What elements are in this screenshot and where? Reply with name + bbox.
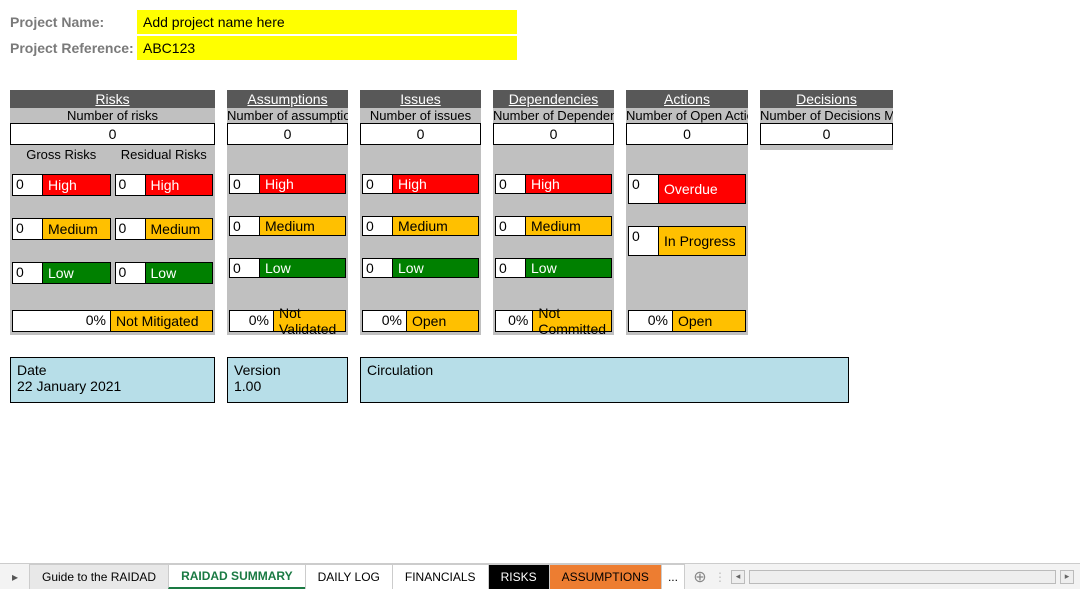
resid-med-num[interactable]: 0 — [116, 219, 146, 239]
deps-pct[interactable]: 0% — [496, 311, 533, 331]
deps-high-label: High — [526, 175, 611, 193]
deps-title[interactable]: Dependencies — [493, 90, 614, 108]
project-name-label: Project Name: — [10, 10, 137, 34]
project-ref-label: Project Reference: — [10, 36, 137, 60]
issues-med-label: Medium — [393, 217, 478, 235]
risks-pct[interactable]: 0% — [13, 311, 111, 331]
meta-date-box[interactable]: Date 22 January 2021 — [10, 357, 215, 403]
issues-count[interactable]: 0 — [360, 123, 481, 145]
add-sheet-icon[interactable]: ⊕ — [685, 564, 715, 589]
deps-status: Not Committed — [533, 311, 611, 331]
gross-high-label: High — [43, 175, 110, 195]
decisions-count[interactable]: 0 — [760, 123, 893, 145]
meta-date-label: Date — [17, 362, 208, 378]
meta-circulation-box[interactable]: Circulation — [360, 357, 849, 403]
meta-circulation-label: Circulation — [367, 362, 842, 378]
column-decisions: Decisions Number of Decisions Made 0 — [760, 90, 893, 150]
issues-low-num[interactable]: 0 — [363, 259, 393, 277]
tab-financials[interactable]: FINANCIALS — [392, 564, 489, 589]
actions-subtitle: Number of Open Actions — [626, 108, 748, 123]
gross-risks-label: Gross Risks — [10, 145, 113, 164]
column-assumptions: Assumptions Number of assumptions 0 x 0H… — [227, 90, 348, 335]
actions-pct[interactable]: 0% — [629, 311, 673, 331]
issues-subtitle: Number of issues — [360, 108, 481, 123]
resid-med-label: Medium — [146, 219, 213, 239]
tab-summary[interactable]: RAIDAD SUMMARY — [168, 564, 306, 589]
issues-pct[interactable]: 0% — [363, 311, 407, 331]
actions-status: Open — [673, 311, 745, 331]
deps-low-num[interactable]: 0 — [496, 259, 526, 277]
actions-overdue-num[interactable]: 0 — [629, 175, 659, 203]
column-issues: Issues Number of issues 0 x 0High 0Mediu… — [360, 90, 481, 335]
assump-title[interactable]: Assumptions — [227, 90, 348, 108]
issues-status: Open — [407, 311, 478, 331]
decisions-title[interactable]: Decisions — [760, 90, 893, 108]
actions-title[interactable]: Actions — [626, 90, 748, 108]
project-ref-value[interactable]: ABC123 — [137, 36, 517, 60]
residual-risks-label: Residual Risks — [113, 145, 216, 164]
risks-status: Not Mitigated — [111, 311, 212, 331]
deps-subtitle: Number of Dependencies — [493, 108, 614, 123]
gross-low-label: Low — [43, 263, 110, 283]
assump-high-num[interactable]: 0 — [230, 175, 260, 193]
risks-subtitle: Number of risks — [10, 108, 215, 123]
meta-date-value: 22 January 2021 — [17, 378, 208, 394]
hscroll-left-icon[interactable]: ◂ — [731, 570, 745, 584]
deps-low-label: Low — [526, 259, 611, 277]
assump-med-num[interactable]: 0 — [230, 217, 260, 235]
sheet-tab-strip: ▸ Guide to the RAIDAD RAIDAD SUMMARY DAI… — [0, 563, 1080, 589]
tab-assumptions[interactable]: ASSUMPTIONS — [549, 564, 662, 589]
resid-low-label: Low — [146, 263, 213, 283]
decisions-subtitle: Number of Decisions Made — [760, 108, 893, 123]
actions-overdue-label: Overdue — [659, 175, 745, 203]
actions-progress-label: In Progress — [659, 227, 745, 255]
tab-guide[interactable]: Guide to the RAIDAD — [29, 564, 169, 589]
assump-high-label: High — [260, 175, 345, 193]
assump-low-label: Low — [260, 259, 345, 277]
tab-separator-icon: ⋮ — [715, 564, 725, 589]
gross-med-label: Medium — [43, 219, 110, 239]
issues-med-num[interactable]: 0 — [363, 217, 393, 235]
issues-high-label: High — [393, 175, 478, 193]
risks-title[interactable]: Risks — [10, 90, 215, 108]
actions-progress-num[interactable]: 0 — [629, 227, 659, 255]
assump-med-label: Medium — [260, 217, 345, 235]
issues-title[interactable]: Issues — [360, 90, 481, 108]
gross-low-num[interactable]: 0 — [13, 263, 43, 283]
column-actions: Actions Number of Open Actions 0 x 0Over… — [626, 90, 748, 335]
assump-low-num[interactable]: 0 — [230, 259, 260, 277]
assump-pct[interactable]: 0% — [230, 311, 274, 331]
column-risks: Risks Number of risks 0 Gross Risks Resi… — [10, 90, 215, 335]
meta-version-box[interactable]: Version 1.00 — [227, 357, 348, 403]
actions-count[interactable]: 0 — [626, 123, 748, 145]
hscroll-right-icon[interactable]: ▸ — [1060, 570, 1074, 584]
issues-low-label: Low — [393, 259, 478, 277]
tab-more[interactable]: ... — [661, 564, 685, 589]
tab-risks[interactable]: RISKS — [488, 564, 550, 589]
column-dependencies: Dependencies Number of Dependencies 0 x … — [493, 90, 614, 335]
gross-med-num[interactable]: 0 — [13, 219, 43, 239]
meta-version-value: 1.00 — [234, 378, 341, 394]
assump-status: Not Validated — [274, 311, 345, 331]
deps-med-num[interactable]: 0 — [496, 217, 526, 235]
assump-subtitle: Number of assumptions — [227, 108, 348, 123]
tab-daily-log[interactable]: DAILY LOG — [305, 564, 393, 589]
deps-med-label: Medium — [526, 217, 611, 235]
resid-low-num[interactable]: 0 — [116, 263, 146, 283]
meta-version-label: Version — [234, 362, 341, 378]
project-name-value[interactable]: Add project name here — [137, 10, 517, 34]
gross-high-num[interactable]: 0 — [13, 175, 43, 195]
resid-high-num[interactable]: 0 — [116, 175, 146, 195]
risks-count[interactable]: 0 — [10, 123, 215, 145]
issues-high-num[interactable]: 0 — [363, 175, 393, 193]
resid-high-label: High — [146, 175, 213, 195]
deps-high-num[interactable]: 0 — [496, 175, 526, 193]
assump-count[interactable]: 0 — [227, 123, 348, 145]
deps-count[interactable]: 0 — [493, 123, 614, 145]
sheet-nav-arrow-icon[interactable]: ▸ — [0, 564, 30, 589]
hscroll-track[interactable] — [749, 570, 1056, 584]
